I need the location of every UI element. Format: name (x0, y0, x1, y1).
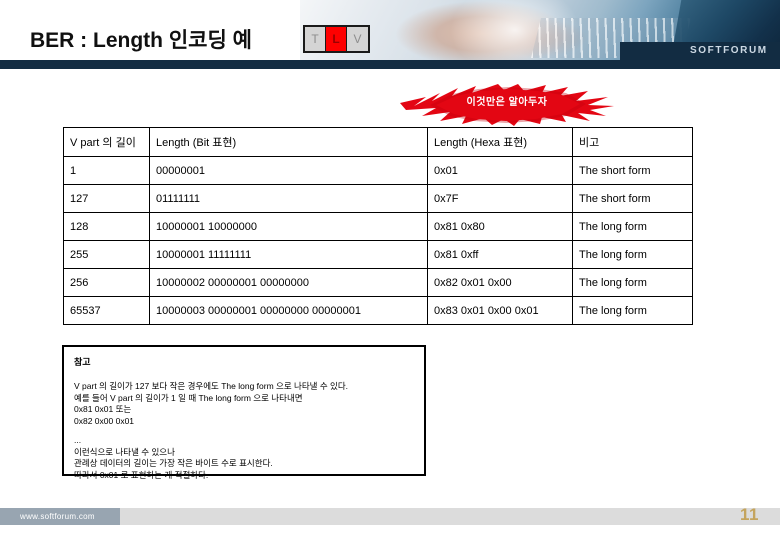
note-box-title: 참고 (74, 357, 91, 367)
note-line: ... (74, 435, 82, 445)
cell-length: 255 (63, 240, 150, 269)
cell-hex: 0x01 (427, 156, 573, 185)
column-header-note: 비고 (572, 127, 693, 157)
page-title: BER : Length 인코딩 예 (30, 29, 252, 52)
cell-hex: 0x7F (427, 184, 573, 213)
cell-bits: 10000001 11111111 (149, 240, 428, 269)
cell-length: 65537 (63, 296, 150, 325)
callout-starburst: 이것만은 알아두자 (400, 84, 614, 126)
note-line-spacer (74, 427, 414, 435)
cell-bits: 00000001 (149, 156, 428, 185)
note-line: 관례상 데이터의 길이는 가장 작은 바이트 수로 표시한다. (74, 458, 273, 468)
tlv-cell-t: T (305, 27, 326, 51)
table-row: 65537 10000003 00000001 00000000 0000000… (63, 296, 693, 325)
cell-length: 128 (63, 212, 150, 241)
page-number: 11 (740, 505, 759, 524)
table-row: 255 10000001 11111111 0x81 0xff The long… (63, 240, 693, 269)
note-line: V part 의 길이가 127 보다 작은 경우에도 The long for… (74, 381, 349, 391)
table-row: 256 10000002 00000001 00000000 0x82 0x01… (63, 268, 693, 297)
cell-note: The long form (572, 268, 693, 297)
note-box: 참고 V part 의 길이가 127 보다 작은 경우에도 The long … (62, 345, 426, 480)
cell-hex: 0x83 0x01 0x00 0x01 (427, 296, 573, 325)
cell-bits: 10000003 00000001 00000000 00000001 (149, 296, 428, 325)
cell-note: The short form (572, 184, 693, 213)
footer-url: www.softforum.com (20, 512, 95, 521)
table-row: 1 00000001 0x01 The short form (63, 156, 693, 185)
note-line: 0x82 0x00 0x01 (74, 415, 135, 426)
note-line: 이런식으로 나타낼 수 있으나 (74, 446, 175, 457)
cell-note: The short form (572, 156, 693, 185)
column-header-bits: Length (Bit 표현) (149, 127, 428, 157)
header-divider-rule (0, 60, 780, 69)
cell-note: The long form (572, 296, 693, 325)
tlv-indicator: T L V (303, 25, 370, 53)
note-line: 따라서 0x01 로 표현하는 게 적절하다. (74, 469, 209, 480)
cell-hex: 0x81 0xff (427, 240, 573, 269)
table-row: 128 10000001 10000000 0x81 0x80 The long… (63, 212, 693, 241)
cell-length: 127 (63, 184, 150, 213)
length-encoding-table: V part 의 길이 Length (Bit 표현) Length (Hexa… (63, 127, 693, 325)
softforum-logo: SOFTFORUM (690, 45, 768, 56)
cell-hex: 0x81 0x80 (427, 212, 573, 241)
slide-root: SOFTFORUM BER : Length 인코딩 예 T L V 이것만은 … (0, 0, 780, 540)
tlv-cell-v: V (347, 27, 368, 51)
note-line: 예를 들어 V part 의 길이가 1 일 때 The long form 으… (74, 392, 303, 403)
table-row: 127 01111111 0x7F The short form (63, 184, 693, 213)
column-header-length: V part 의 길이 (63, 127, 150, 157)
tlv-cell-l: L (326, 27, 347, 51)
cell-length: 256 (63, 268, 150, 297)
table-header-row: V part 의 길이 Length (Bit 표현) Length (Hexa… (63, 127, 693, 157)
cell-bits: 01111111 (149, 184, 428, 213)
cell-hex: 0x82 0x01 0x00 (427, 268, 573, 297)
cell-note: The long form (572, 240, 693, 269)
column-header-hex: Length (Hexa 표현) (427, 127, 573, 157)
starburst-shape (400, 84, 614, 126)
cell-bits: 10000001 10000000 (149, 212, 428, 241)
note-line: 0x81 0x01 또는 (74, 404, 132, 414)
cell-bits: 10000002 00000001 00000000 (149, 268, 428, 297)
cell-length: 1 (63, 156, 150, 185)
cell-note: The long form (572, 212, 693, 241)
